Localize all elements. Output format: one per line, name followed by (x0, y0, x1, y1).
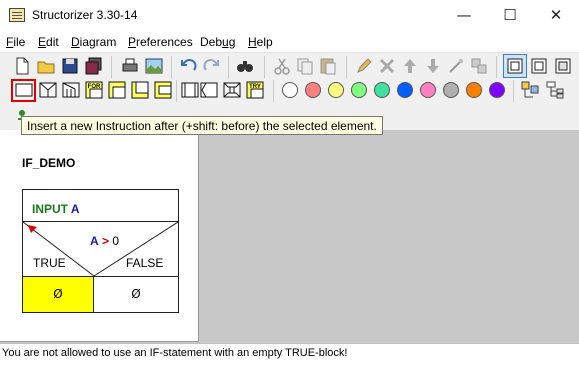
diagram-title[interactable]: IF_DEMO (22, 156, 75, 170)
copy-icon[interactable] (295, 56, 315, 76)
title-bar: Structorizer 3.30-14 — ☐ ✕ (0, 0, 579, 31)
find-binoculars-icon[interactable] (235, 56, 255, 76)
empty-symbol: Ø (131, 287, 141, 301)
true-label: TRUE (33, 256, 66, 270)
arranger-icon[interactable] (520, 80, 540, 100)
menu-edit[interactable]: Edit (38, 35, 59, 49)
save-as-icon[interactable] (84, 56, 104, 76)
color-button-yellow[interactable] (328, 82, 344, 98)
toolbar-separator (176, 80, 177, 102)
undo-icon[interactable] (179, 56, 199, 76)
color-button-teal[interactable] (374, 82, 390, 98)
paste-icon[interactable] (318, 56, 338, 76)
if-statement[interactable]: A > 0 TRUE FALSE (23, 222, 178, 277)
color-button-purple[interactable] (489, 82, 505, 98)
add-for-icon[interactable]: FOR (84, 80, 104, 100)
toolbar-separator (496, 56, 497, 78)
input-text: INPUT A (32, 202, 80, 216)
menu-debug[interactable]: Debug (200, 35, 235, 49)
move-down-icon[interactable] (423, 56, 443, 76)
add-repeat-icon[interactable] (130, 80, 150, 100)
color-button-gray[interactable] (443, 82, 459, 98)
menu-help[interactable]: Help (248, 35, 273, 49)
add-instruction-icon[interactable] (14, 80, 34, 100)
redo-icon[interactable] (201, 56, 221, 76)
color-button-red[interactable] (305, 82, 321, 98)
color-button-white[interactable] (282, 82, 298, 98)
add-case-icon[interactable] (61, 80, 81, 100)
edit-element-icon[interactable] (354, 56, 374, 76)
try-label: TRY (249, 84, 261, 90)
status-message: You are not allowed to use an IF-stateme… (2, 347, 348, 359)
toolbar-separator (171, 56, 172, 78)
toolbar-separator (513, 80, 514, 102)
minimize-button[interactable]: — (441, 0, 487, 31)
view-compact-icon[interactable] (553, 56, 573, 76)
toolbar-separator (273, 80, 274, 102)
close-button[interactable]: ✕ (533, 0, 579, 31)
color-button-green[interactable] (351, 82, 367, 98)
false-label: FALSE (126, 256, 164, 270)
menu-file[interactable]: File (6, 35, 25, 49)
toolbar-separator (228, 56, 229, 78)
move-up-icon[interactable] (400, 56, 420, 76)
false-branch-empty[interactable]: Ø (94, 277, 178, 312)
toolbar-separator (264, 56, 265, 78)
menu-bar: File Edit Diagram Preferences Debug Help (0, 31, 579, 52)
add-try-icon[interactable]: TRY (245, 80, 265, 100)
export-picture-icon[interactable] (144, 56, 164, 76)
add-jump-icon[interactable] (199, 80, 219, 100)
add-if-icon[interactable] (38, 80, 58, 100)
true-branch-empty[interactable]: Ø (23, 277, 94, 312)
for-label: FOR (88, 84, 101, 90)
nassi-shneiderman-diagram: INPUT A A > 0 TRUE FALSE Ø Ø (22, 189, 179, 313)
menu-diagram[interactable]: Diagram (71, 35, 116, 49)
save-icon[interactable] (60, 56, 80, 76)
color-button-blue[interactable] (397, 82, 413, 98)
transmute-icon[interactable] (446, 56, 466, 76)
toolbar-separator (111, 56, 112, 78)
add-forever-icon[interactable] (153, 80, 173, 100)
if-condition: A > 0 (90, 234, 120, 248)
collapse-icon[interactable] (469, 56, 489, 76)
tooltip: Insert a new Instruction after (+shift: … (21, 116, 383, 135)
view-nice-icon[interactable] (505, 56, 525, 76)
window-title: Structorizer 3.30-14 (32, 8, 138, 22)
new-file-icon[interactable] (12, 56, 32, 76)
input-instruction[interactable]: INPUT A (23, 190, 178, 222)
delete-element-icon[interactable] (377, 56, 397, 76)
add-while-icon[interactable] (107, 80, 127, 100)
menu-preferences[interactable]: Preferences (128, 35, 193, 49)
add-call-icon[interactable] (180, 80, 200, 100)
toolbar-separator (346, 56, 347, 78)
color-button-orange[interactable] (466, 82, 482, 98)
app-icon (9, 8, 25, 22)
view-unboxed-icon[interactable] (529, 56, 549, 76)
add-parallel-icon[interactable] (222, 80, 242, 100)
empty-symbol: Ø (53, 287, 63, 301)
color-button-pink[interactable] (420, 82, 436, 98)
open-folder-icon[interactable] (36, 56, 56, 76)
maximize-button[interactable]: ☐ (487, 0, 533, 31)
cut-icon[interactable] (272, 56, 292, 76)
status-bar: You are not allowed to use an IF-stateme… (0, 343, 579, 366)
print-icon[interactable] (120, 56, 140, 76)
structure-tree-icon[interactable] (545, 80, 565, 100)
